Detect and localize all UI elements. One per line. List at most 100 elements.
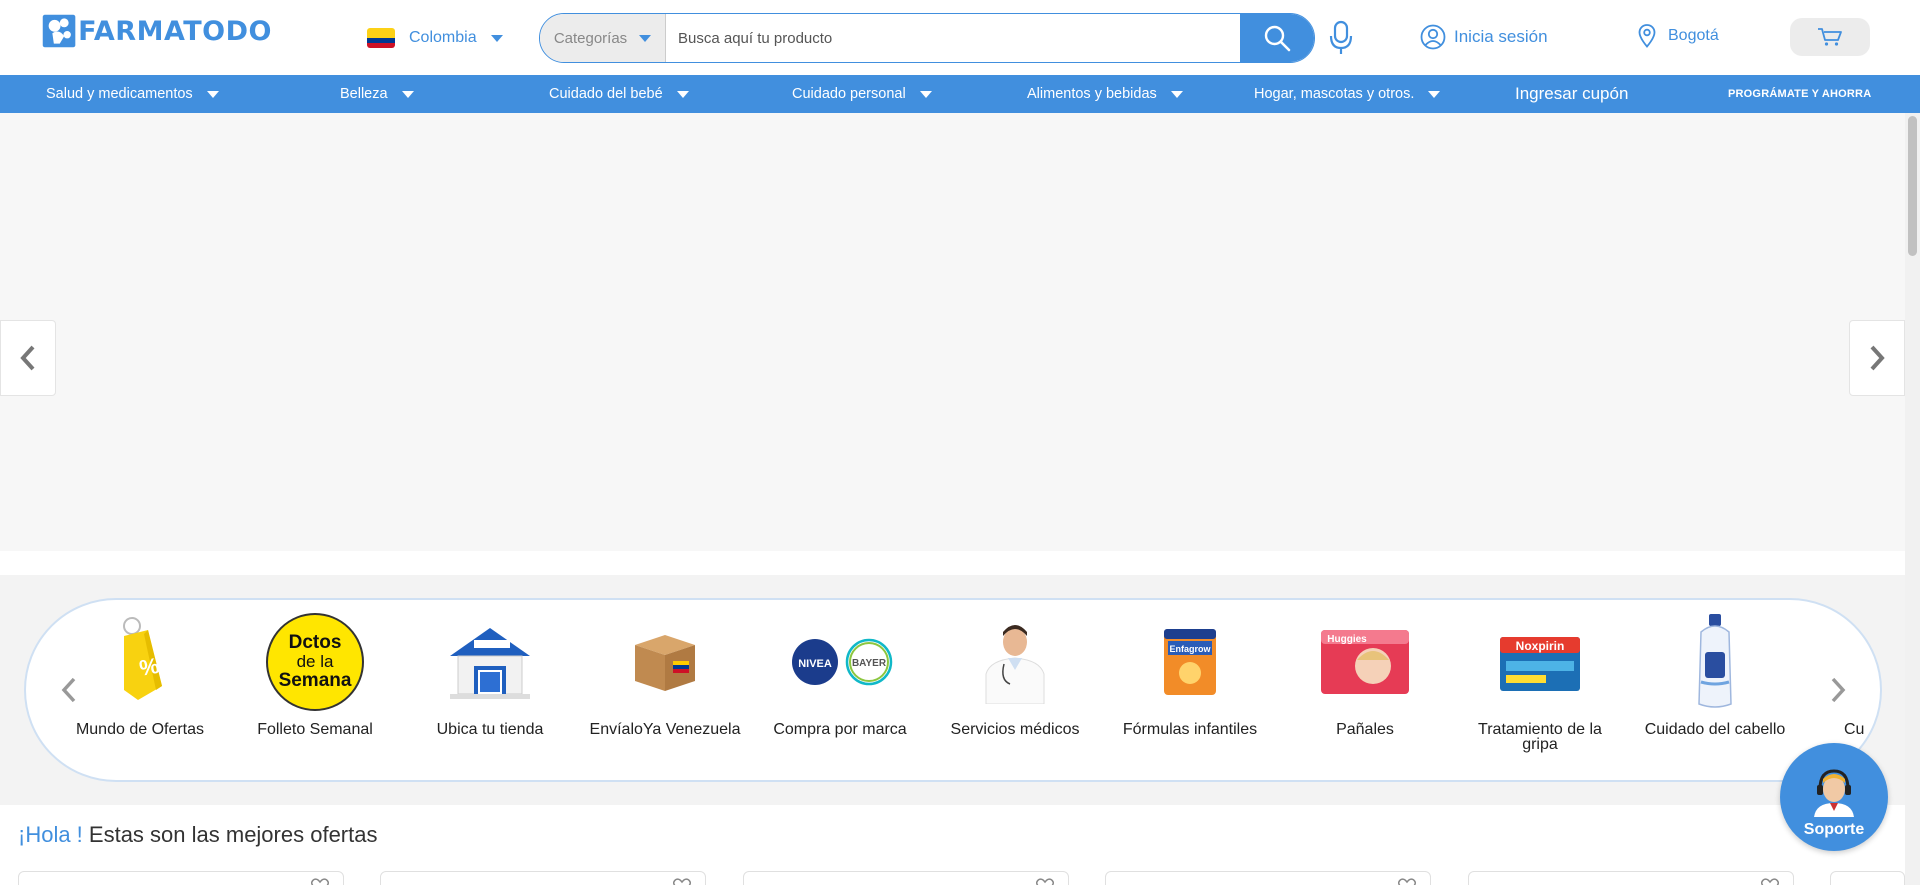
nav-item-label: Alimentos y bebidas [1027, 86, 1157, 102]
nav-item-label: Cuidado personal [792, 86, 906, 102]
heart-icon[interactable] [1036, 878, 1054, 885]
chevron-down-icon [639, 34, 652, 42]
nav-item-hogar[interactable]: Hogar, mascotas y otros. [1254, 75, 1441, 113]
farmatodo-logo[interactable]: FARMATODO [42, 8, 272, 54]
logo-mark-icon [42, 14, 76, 48]
page-scrollbar[interactable] [1905, 113, 1920, 885]
support-label: Soporte [1803, 821, 1865, 838]
chevron-down-icon [1170, 90, 1183, 98]
banner-prev-button[interactable] [0, 320, 56, 396]
login-link[interactable]: Inicia sesión [1420, 24, 1548, 50]
brand-bayer-label: BAYER [852, 658, 887, 669]
nav-item-cuidado-bebe[interactable]: Cuidado del bebé [549, 75, 689, 113]
category-label: Servicios médicos [950, 721, 1080, 738]
product-card[interactable] [1105, 871, 1431, 885]
cart-button[interactable] [1790, 18, 1870, 56]
category-compra-marca[interactable]: NIVEA BAYER Compra por marca [760, 612, 920, 738]
category-label: EnvíaloYa Venezuela [589, 721, 741, 738]
doctor-icon [985, 625, 1045, 704]
product-card[interactable] [18, 871, 344, 885]
scrollbar-thumb[interactable] [1908, 116, 1917, 256]
chevron-right-icon [1870, 345, 1885, 371]
chevron-down-icon [206, 90, 219, 98]
store-icon [450, 628, 530, 699]
category-cuidado-cabello[interactable]: Cuidado del cabello [1635, 612, 1795, 738]
category-formulas-infantiles[interactable]: Enfagrow Fórmulas infantiles [1110, 612, 1270, 738]
chevron-down-icon [919, 90, 932, 98]
svg-text:de la: de la [297, 652, 334, 671]
weekly-flyer-icon: Dctos de la Semana [266, 613, 364, 711]
location-pin-icon [1638, 24, 1656, 48]
section-gap [0, 551, 1905, 575]
category-envialoya[interactable]: EnvíaloYa Venezuela [585, 612, 745, 738]
nav-item-label: Salud y medicamentos [46, 86, 193, 102]
support-agent-icon [1814, 769, 1854, 817]
product-card[interactable] [1830, 871, 1905, 885]
nav-item-label: Hogar, mascotas y otros. [1254, 86, 1415, 102]
product-card[interactable] [380, 871, 706, 885]
microphone-icon [1329, 20, 1353, 54]
brand-logos-icon: NIVEA BAYER [792, 638, 893, 686]
product-card[interactable] [743, 871, 1069, 885]
program-link[interactable]: PROGRÁMATE Y AHORRA [1728, 75, 1871, 113]
category-label: Ubica tu tienda [436, 721, 544, 738]
flyer-badge-text: Dctos [289, 632, 342, 653]
nav-item-belleza[interactable]: Belleza [340, 75, 414, 113]
chevron-left-icon [20, 345, 35, 371]
category-dropdown[interactable]: Categorías [540, 14, 666, 62]
country-selector[interactable]: Colombia [367, 24, 503, 52]
banner-next-button[interactable] [1849, 320, 1905, 396]
login-label: Inicia sesión [1454, 27, 1548, 46]
cart-icon [1818, 28, 1842, 46]
category-dropdown-label: Categorías [553, 29, 628, 47]
category-label: Cuidado del cabello [1644, 721, 1786, 738]
chevron-right-icon [1831, 677, 1846, 703]
offers-title-text: Estas son las mejores ofertas [82, 822, 378, 847]
header: FARMATODO Colombia Categorías Busca aquí… [0, 0, 1920, 75]
category-mundo-ofertas[interactable]: % Mundo de Ofertas [60, 612, 220, 738]
support-button[interactable]: Soporte [1780, 743, 1888, 851]
chevron-down-icon [676, 90, 689, 98]
category-panales[interactable]: Huggies Pañales [1285, 612, 1445, 738]
chevron-down-icon [490, 34, 503, 42]
search-input[interactable] [666, 14, 1240, 62]
heart-icon[interactable] [1398, 878, 1416, 885]
product-card[interactable] [1468, 871, 1794, 885]
location-selector[interactable]: Bogotá [1638, 24, 1719, 48]
brand-nivea-label: NIVEA [798, 658, 832, 670]
chevron-down-icon [401, 90, 414, 98]
category-ubica-tienda[interactable]: Ubica tu tienda [410, 612, 570, 738]
category-label: Cu [1844, 721, 1865, 738]
flu-brand-text: Noxpirin [1516, 639, 1565, 653]
nav-item-salud[interactable]: Salud y medicamentos [46, 75, 219, 113]
nav-item-alimentos[interactable]: Alimentos y bebidas [1027, 75, 1183, 113]
offers-title: ¡Hola ! Estas son las mejores ofertas [18, 822, 377, 848]
package-icon [635, 635, 695, 691]
voice-search-button[interactable] [1327, 18, 1355, 58]
heart-icon[interactable] [673, 878, 691, 885]
diaper-brand-text: Huggies [1327, 634, 1367, 645]
category-tratamiento-gripa[interactable]: Noxpirin Tratamiento de la gripa [1460, 612, 1620, 753]
nav-item-label: Cuidado del bebé [549, 86, 663, 102]
coupon-link[interactable]: Ingresar cupón [1515, 75, 1628, 113]
svg-text:Semana: Semana [279, 670, 352, 691]
colombia-flag-icon [367, 28, 395, 48]
category-folleto-semanal[interactable]: Dctos de la Semana Folleto Semanal [235, 612, 395, 738]
user-icon [1420, 24, 1446, 50]
category-next-button[interactable] [1823, 672, 1853, 708]
category-label: Compra por marca [773, 721, 907, 738]
search-button[interactable] [1240, 14, 1314, 62]
shampoo-icon [1698, 614, 1732, 708]
country-label: Colombia [409, 29, 477, 46]
category-navbar: Salud y medicamentos Belleza Cuidado del… [0, 75, 1920, 113]
nav-item-cuidado-personal[interactable]: Cuidado personal [792, 75, 932, 113]
location-label: Bogotá [1668, 27, 1719, 44]
nav-item-label: Belleza [340, 86, 388, 102]
category-servicios-medicos[interactable]: Servicios médicos [935, 612, 1095, 738]
flu-medicine-icon: Noxpirin [1500, 637, 1580, 691]
svg-text:%: % [137, 653, 161, 681]
heart-icon[interactable] [311, 878, 329, 885]
heart-icon[interactable] [1761, 878, 1779, 885]
category-carousel: % Mundo de Ofertas Dctos de la Semana Fo… [24, 598, 1882, 782]
category-label: Pañales [1336, 721, 1394, 738]
